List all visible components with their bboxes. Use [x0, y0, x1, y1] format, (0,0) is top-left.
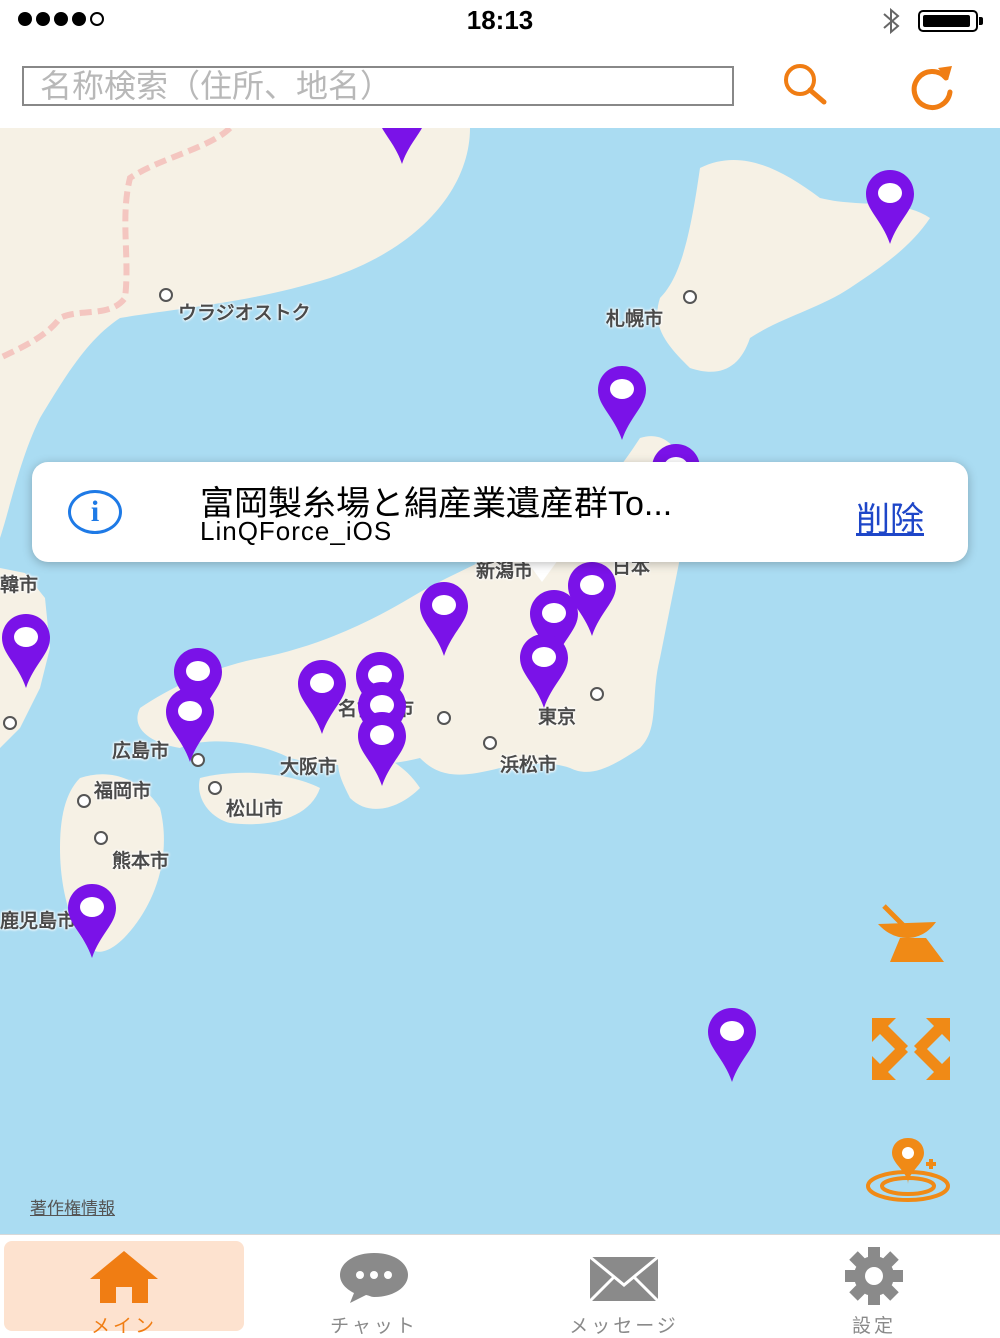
map-base: [0, 128, 930, 952]
callout-subtitle: LinQForce_iOS: [200, 516, 393, 546]
map-pin[interactable]: [706, 1006, 758, 1084]
copyright-link[interactable]: 著作権情報: [30, 1194, 115, 1219]
map-pin[interactable]: [66, 882, 118, 960]
search-input[interactable]: 名称検索（住所、地名）: [22, 66, 734, 106]
map-pin[interactable]: [596, 364, 648, 442]
tab-main[interactable]: メイン: [4, 1241, 244, 1337]
satellite-dish-icon: [878, 904, 944, 962]
map-pin[interactable]: [164, 686, 216, 764]
delete-button[interactable]: 削除: [856, 492, 924, 541]
map-pin[interactable]: [418, 580, 470, 658]
status-time: 18:13: [466, 5, 534, 35]
city-label: 札幌市: [606, 309, 664, 330]
expand-arrows-icon: [872, 1018, 950, 1080]
map-pin[interactable]: [518, 632, 570, 710]
map-pin[interactable]: [376, 128, 428, 166]
city-label: 大阪市: [280, 757, 338, 778]
satellite-button[interactable]: [866, 898, 956, 968]
city-label: 福岡市: [94, 781, 152, 802]
envelope-icon: [588, 1255, 660, 1303]
home-icon: [90, 1251, 158, 1303]
city-label: 松山市: [226, 799, 284, 820]
search-button[interactable]: [776, 58, 832, 114]
tab-bar: メイン チャット メッセージ 設定: [0, 1234, 1000, 1337]
refresh-button[interactable]: [904, 58, 960, 114]
status-bar: 18:13: [0, 0, 1000, 42]
add-location-button[interactable]: [862, 1134, 952, 1204]
city-label: 熊本市: [112, 851, 170, 872]
search-bar: 名称検索（住所、地名）: [0, 42, 1000, 129]
expand-button[interactable]: [866, 1014, 956, 1084]
map-callout[interactable]: i 富岡製糸場と絹産業遺産群To... LinQForce_iOS 削除: [32, 462, 968, 562]
city-label: 広島市: [112, 741, 170, 762]
tab-settings[interactable]: 設定: [754, 1241, 994, 1337]
map-pin[interactable]: [356, 710, 408, 788]
tab-chat[interactable]: チャット: [254, 1241, 494, 1337]
city-label: 韓市: [0, 575, 39, 596]
city-label: 鹿児島市: [0, 911, 77, 932]
info-icon[interactable]: i: [68, 490, 122, 534]
battery-icon: [918, 10, 983, 32]
callout-tail: [526, 560, 558, 582]
map-pin[interactable]: [296, 658, 348, 736]
add-location-icon: [866, 1138, 950, 1202]
magnifier-icon: [784, 64, 827, 105]
gear-icon: [845, 1247, 903, 1305]
city-label: ウラジオストク: [178, 303, 311, 324]
bluetooth-icon: [883, 7, 900, 35]
refresh-icon: [911, 66, 953, 110]
city-label: 浜松市: [500, 755, 558, 776]
map-pin[interactable]: [864, 168, 916, 246]
map-view[interactable]: ウラジオストク 札幌市 新潟市 日本 東京 浜松市 名古屋市 大阪市 広島市 福…: [0, 128, 1000, 1234]
chat-bubble-icon: [340, 1253, 408, 1303]
map-pin[interactable]: [0, 612, 52, 690]
tab-messages[interactable]: メッセージ: [504, 1241, 744, 1337]
